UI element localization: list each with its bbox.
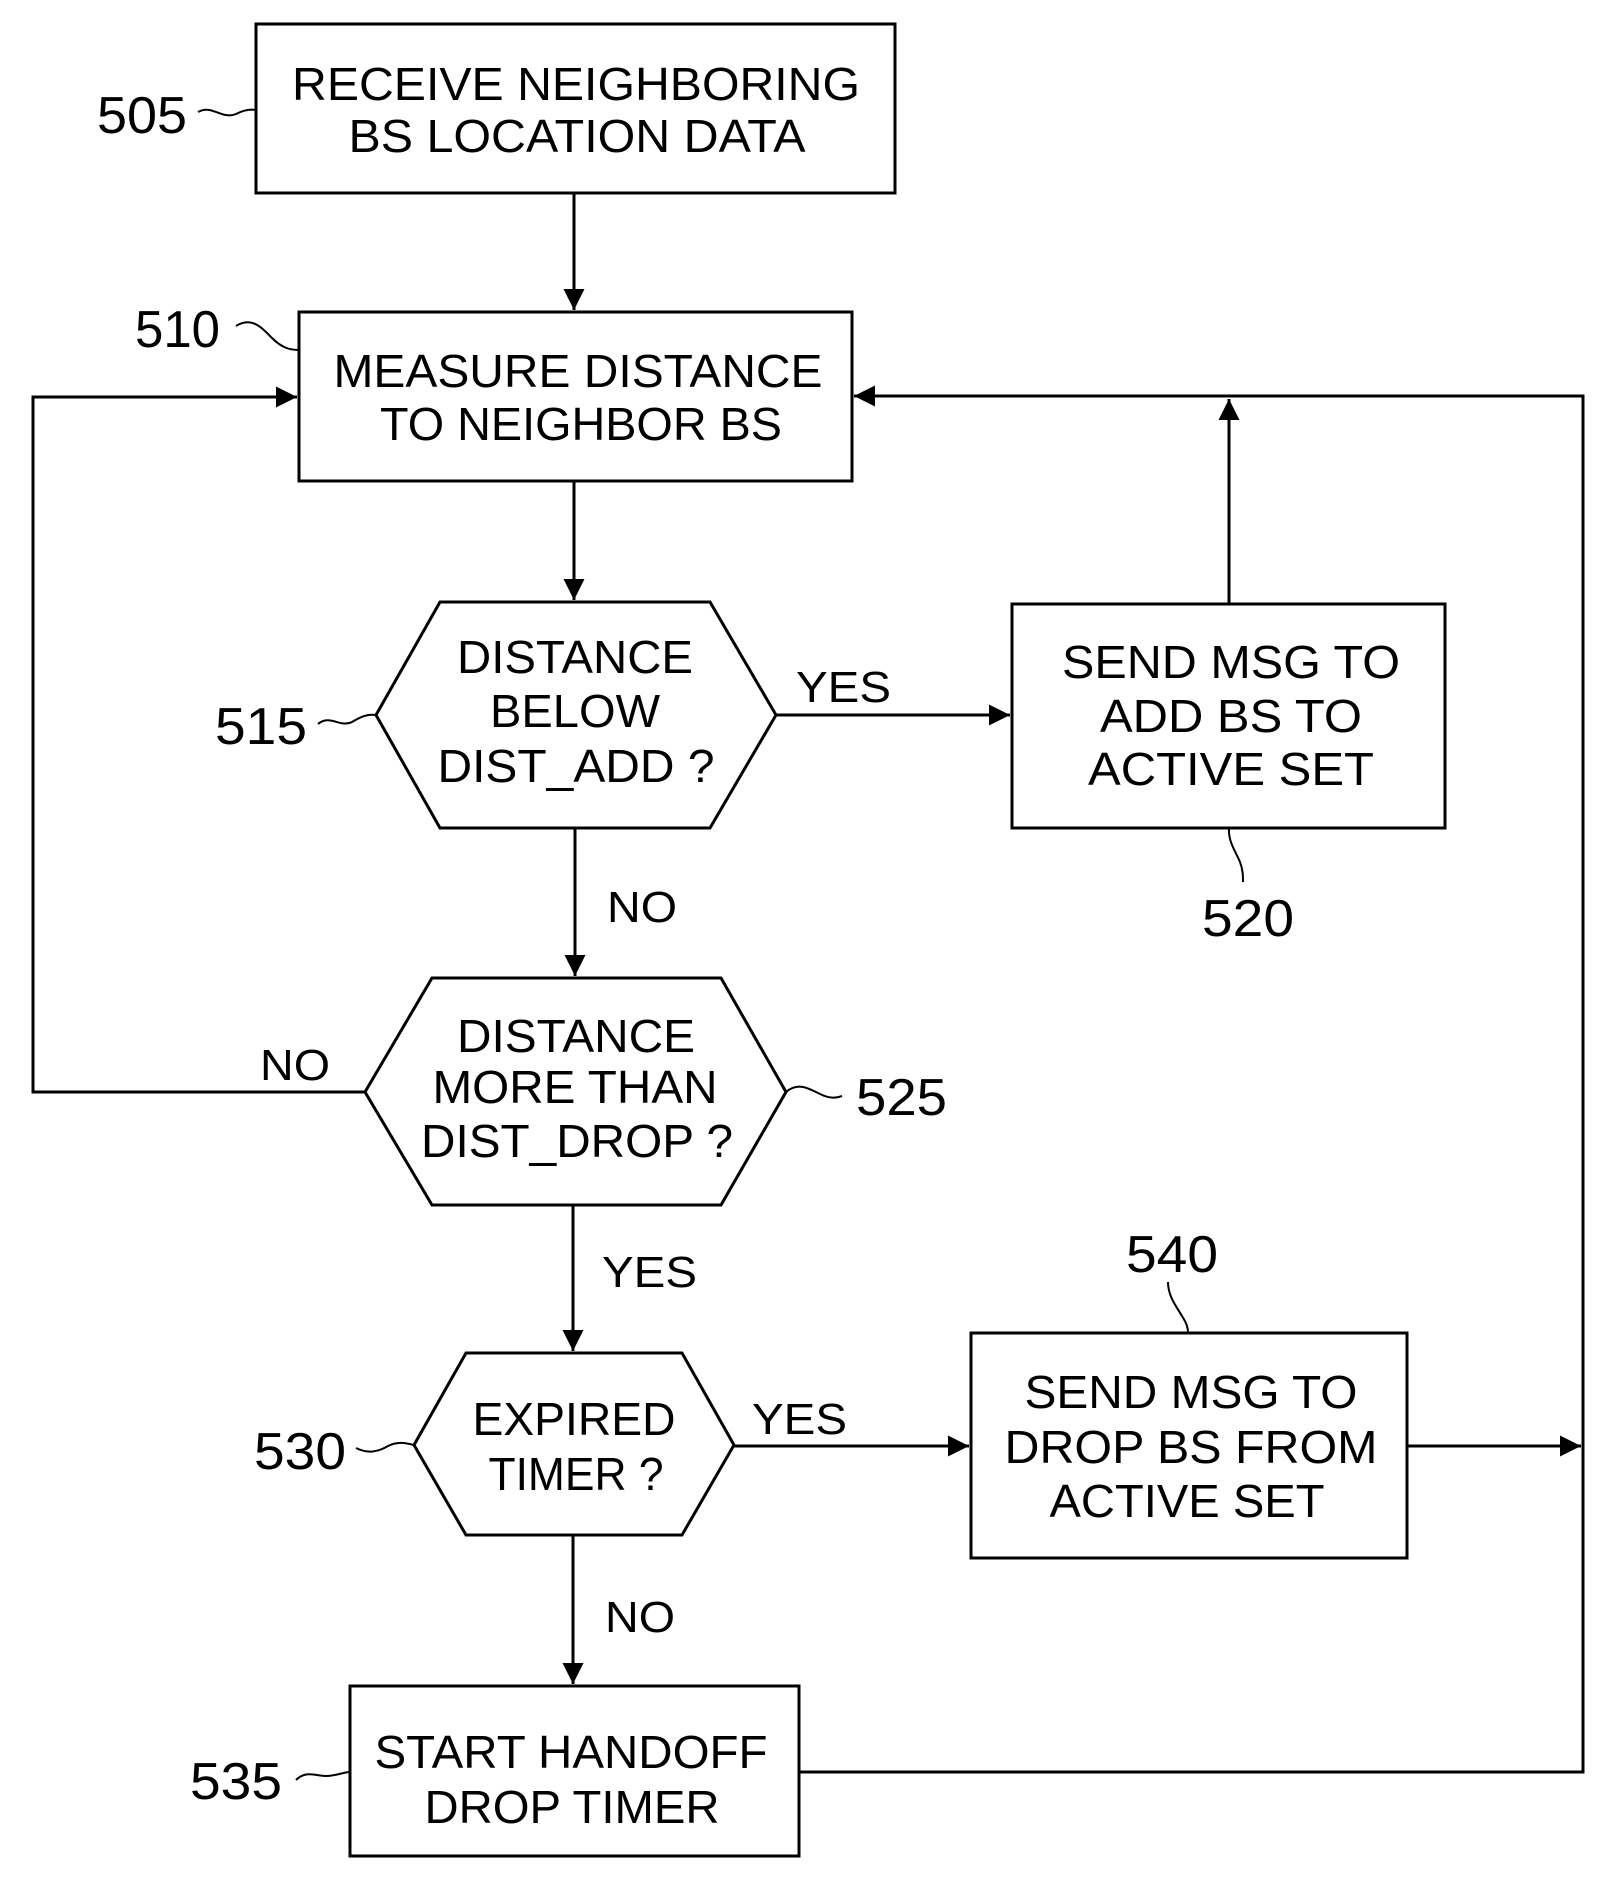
node-535: START HANDOFF DROP TIMER [348, 1684, 801, 1858]
node-505: RECEIVE NEIGHBORING BS LOCATION DATA [254, 22, 897, 195]
leader-540 [1167, 1281, 1189, 1334]
edge-525-no-to-510 [31, 386, 365, 1094]
node-540-line-1: SEND MSG TO [1025, 1366, 1358, 1418]
node-540: SEND MSG TO DROP BS FROM ACTIVE SET [969, 1331, 1409, 1560]
node-525-line-2: MORE THAN [433, 1061, 718, 1113]
node-535-line-2: DROP TIMER [425, 1781, 720, 1833]
ref-535: 535 [190, 1753, 282, 1811]
leader-515 [317, 713, 377, 725]
label-yes-515: YES [796, 663, 891, 712]
node-530-line-2: TIMER ? [489, 1448, 664, 1500]
leader-505 [197, 108, 257, 117]
node-525-line-1: DISTANCE [457, 1010, 695, 1062]
node-525: DISTANCE MORE THAN DIST_DROP ? [363, 976, 788, 1207]
leader-510 [235, 321, 300, 351]
leader-525 [785, 1085, 843, 1099]
label-yes-525: YES [602, 1248, 697, 1297]
node-505-line-2: BS LOCATION DATA [349, 110, 806, 162]
leader-530 [355, 1441, 415, 1453]
node-505-line-1: RECEIVE NEIGHBORING [292, 58, 860, 110]
label-yes-530: YES [752, 1395, 847, 1444]
node-510: MEASURE DISTANCE TO NEIGHBOR BS [297, 310, 854, 483]
node-515-line-2: BELOW [490, 685, 661, 737]
ref-505: 505 [97, 87, 187, 145]
node-510-line-2: TO NEIGHBOR BS [380, 398, 782, 450]
ref-530: 530 [254, 1423, 346, 1481]
node-525-line-3: DIST_DROP ? [421, 1115, 733, 1167]
ref-515: 515 [215, 698, 307, 756]
leader-535 [295, 1771, 351, 1781]
flowchart-canvas: RECEIVE NEIGHBORING BS LOCATION DATA MEA… [31, 22, 1585, 1858]
ref-540: 540 [1126, 1226, 1218, 1284]
node-515-line-3: DIST_ADD ? [438, 740, 715, 792]
node-540-line-2: DROP BS FROM [1005, 1421, 1378, 1473]
node-515-line-1: DISTANCE [457, 631, 693, 683]
node-520-line-1: SEND MSG TO [1062, 636, 1400, 688]
label-no-525: NO [260, 1041, 330, 1090]
ref-510: 510 [135, 301, 220, 359]
node-540-line-3: ACTIVE SET [1050, 1475, 1325, 1527]
ref-520: 520 [1202, 890, 1294, 948]
node-510-line-1: MEASURE DISTANCE [334, 345, 823, 397]
node-515: DISTANCE BELOW DIST_ADD ? [374, 600, 778, 830]
label-no-530: NO [605, 1593, 675, 1642]
node-520: SEND MSG TO ADD BS TO ACTIVE SET [1010, 602, 1447, 830]
node-520-line-3: ACTIVE SET [1088, 743, 1374, 795]
node-520-line-2: ADD BS TO [1100, 690, 1362, 742]
ref-525: 525 [856, 1069, 947, 1127]
node-535-line-1: START HANDOFF [375, 1726, 768, 1778]
label-no-515: NO [607, 883, 677, 932]
node-530-line-1: EXPIRED [473, 1393, 676, 1445]
node-530: EXPIRED TIMER ? [412, 1351, 736, 1537]
leader-520 [1227, 827, 1244, 883]
